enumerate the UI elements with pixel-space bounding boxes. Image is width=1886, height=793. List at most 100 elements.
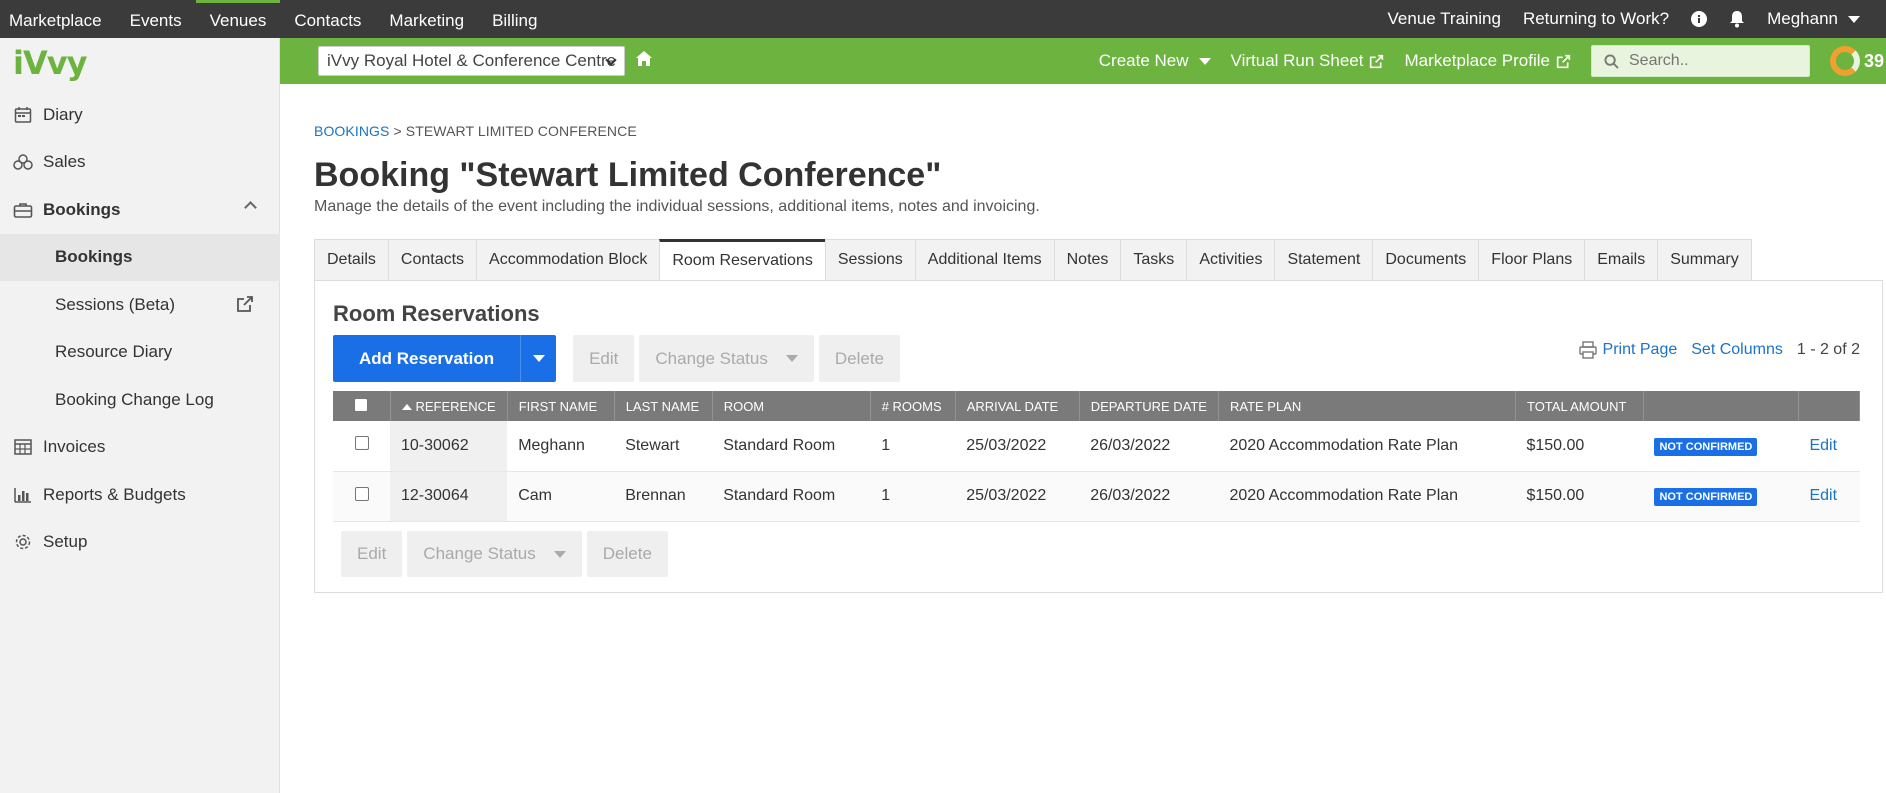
cell-rooms: 1: [870, 421, 956, 472]
home-icon[interactable]: [635, 50, 653, 72]
breadcrumb-separator: >: [393, 123, 402, 139]
col-status: [1643, 391, 1799, 421]
print-page-link[interactable]: Print Page: [1578, 341, 1678, 359]
delete-button-bottom[interactable]: Delete: [586, 531, 668, 577]
topnav-venues[interactable]: Venues: [195, 0, 281, 38]
venue-training-link[interactable]: Venue Training: [1388, 9, 1501, 29]
search-icon: [1604, 53, 1619, 69]
user-menu[interactable]: Meghann: [1767, 9, 1860, 29]
external-link-icon: [1556, 54, 1571, 68]
print-page-label: Print Page: [1602, 341, 1678, 358]
room-reservations-panel: Room Reservations Add Reservation Edit C…: [314, 280, 1883, 593]
cell-departure-date: 26/03/2022: [1079, 421, 1219, 472]
col-departure-date[interactable]: DEPARTURE DATE: [1079, 391, 1219, 421]
col-last-name[interactable]: LAST NAME: [614, 391, 713, 421]
cell-last-name: Stewart: [614, 421, 713, 472]
table-row[interactable]: 10-30062 Meghann Stewart Standard Room 1…: [333, 421, 1860, 472]
topnav-billing[interactable]: Billing: [478, 0, 551, 38]
cell-rooms: 1: [870, 471, 956, 522]
col-arrival-date[interactable]: ARRIVAL DATE: [955, 391, 1080, 421]
cell-total-amount: $150.00: [1515, 471, 1644, 522]
sidebar-item-bookings[interactable]: Bookings: [0, 233, 280, 281]
row-checkbox[interactable]: [354, 436, 369, 451]
row-checkbox[interactable]: [354, 486, 369, 501]
row-edit-link[interactable]: Edit: [1809, 487, 1837, 504]
ivvy-logo[interactable]: iVvy: [13, 44, 87, 82]
breadcrumb-bookings-link[interactable]: BOOKINGS: [314, 123, 389, 139]
search-input[interactable]: [1629, 52, 1789, 70]
change-status-label: Change Status: [655, 348, 768, 368]
calendar-icon: [13, 105, 33, 125]
tab-sessions[interactable]: Sessions: [824, 239, 915, 281]
tab-contacts[interactable]: Contacts: [387, 239, 477, 281]
change-status-label: Change Status: [423, 544, 536, 563]
sidebar-item-sessions-beta[interactable]: Sessions (Beta): [0, 281, 280, 329]
add-reservation-dropdown[interactable]: [520, 335, 557, 382]
sidebar-item-invoices[interactable]: Invoices: [0, 424, 280, 472]
create-new-button[interactable]: Create New: [1099, 51, 1211, 71]
cell-actions: Edit: [1798, 471, 1860, 522]
sidebar-item-label: Diary: [43, 104, 83, 124]
marketplace-profile-label: Marketplace Profile: [1404, 51, 1550, 70]
sidebar-nav: Diary Sales Bookings Bookings Sessions (…: [0, 91, 280, 566]
topnav-marketing[interactable]: Marketing: [375, 0, 478, 38]
change-status-button[interactable]: Change Status: [639, 335, 814, 382]
edit-button[interactable]: Edit: [573, 335, 635, 382]
info-icon[interactable]: [1691, 11, 1708, 27]
add-reservation-button[interactable]: Add Reservation: [333, 335, 521, 382]
sales-icon: [13, 152, 33, 172]
row-select-cell: [333, 421, 390, 472]
venue-header-bar: iVvy Royal Hotel & Conference Centre Cre…: [280, 38, 1886, 84]
tab-emails[interactable]: Emails: [1584, 239, 1658, 281]
col-first-name[interactable]: FIRST NAME: [507, 391, 615, 421]
delete-button[interactable]: Delete: [818, 335, 900, 382]
tab-additional-items[interactable]: Additional Items: [914, 239, 1054, 281]
sidebar-item-booking-change-log[interactable]: Booking Change Log: [0, 376, 280, 424]
printer-icon: [1578, 341, 1597, 359]
tab-tasks[interactable]: Tasks: [1120, 239, 1187, 281]
returning-to-work-link[interactable]: Returning to Work?: [1523, 9, 1669, 29]
sidebar-item-sales[interactable]: Sales: [0, 139, 280, 187]
tab-notes[interactable]: Notes: [1053, 239, 1121, 281]
tab-floor-plans[interactable]: Floor Plans: [1478, 239, 1585, 281]
sidebar-item-reports-budgets[interactable]: Reports & Budgets: [0, 471, 280, 519]
tab-details[interactable]: Details: [314, 239, 388, 281]
select-all-checkbox[interactable]: [354, 397, 369, 412]
col-total-amount[interactable]: TOTAL AMOUNT: [1515, 391, 1644, 421]
tab-accommodation-block[interactable]: Accommodation Block: [476, 239, 660, 281]
tab-summary[interactable]: Summary: [1657, 239, 1752, 281]
topnav-events[interactable]: Events: [116, 0, 196, 38]
chevron-up-icon[interactable]: [244, 201, 257, 214]
topnav-contacts[interactable]: Contacts: [280, 0, 375, 38]
bell-icon[interactable]: [1729, 10, 1745, 28]
sidebar-item-resource-diary[interactable]: Resource Diary: [0, 329, 280, 377]
virtual-run-sheet-link[interactable]: Virtual Run Sheet: [1231, 51, 1385, 71]
change-status-button-bottom[interactable]: Change Status: [407, 531, 582, 577]
sidebar-item-bookings-group[interactable]: Bookings: [0, 186, 280, 234]
tab-documents[interactable]: Documents: [1372, 239, 1479, 281]
create-new-label: Create New: [1098, 51, 1189, 70]
col-reference[interactable]: REFERENCE: [390, 391, 508, 421]
edit-button-bottom[interactable]: Edit: [341, 531, 403, 577]
topnav-marketplace[interactable]: Marketplace: [0, 0, 116, 38]
progress-ring-icon[interactable]: [1830, 46, 1860, 76]
external-link-icon[interactable]: [236, 295, 254, 318]
top-right-menu: Venue Training Returning to Work? Meghan…: [1388, 0, 1860, 38]
briefcase-icon: [13, 200, 33, 220]
progress-count: 39: [1864, 50, 1885, 71]
row-edit-link[interactable]: Edit: [1809, 437, 1837, 454]
sidebar-item-setup[interactable]: Setup: [0, 519, 280, 567]
col-rooms[interactable]: # ROOMS: [870, 391, 956, 421]
col-room[interactable]: ROOM: [712, 391, 871, 421]
sidebar-item-diary[interactable]: Diary: [0, 91, 280, 139]
top-bar: Marketplace Events Venues Contacts Marke…: [0, 0, 1886, 38]
marketplace-profile-link[interactable]: Marketplace Profile: [1404, 51, 1571, 71]
col-rate-plan[interactable]: RATE PLAN: [1218, 391, 1516, 421]
tab-room-reservations[interactable]: Room Reservations: [659, 239, 825, 281]
table-row[interactable]: 12-30064 Cam Brennan Standard Room 1 25/…: [333, 471, 1860, 522]
tab-statement[interactable]: Statement: [1274, 239, 1373, 281]
set-columns-link[interactable]: Set Columns: [1691, 341, 1783, 359]
select-all-cell: [333, 391, 391, 421]
venue-select[interactable]: iVvy Royal Hotel & Conference Centre: [318, 46, 625, 76]
tab-activities[interactable]: Activities: [1186, 239, 1275, 281]
